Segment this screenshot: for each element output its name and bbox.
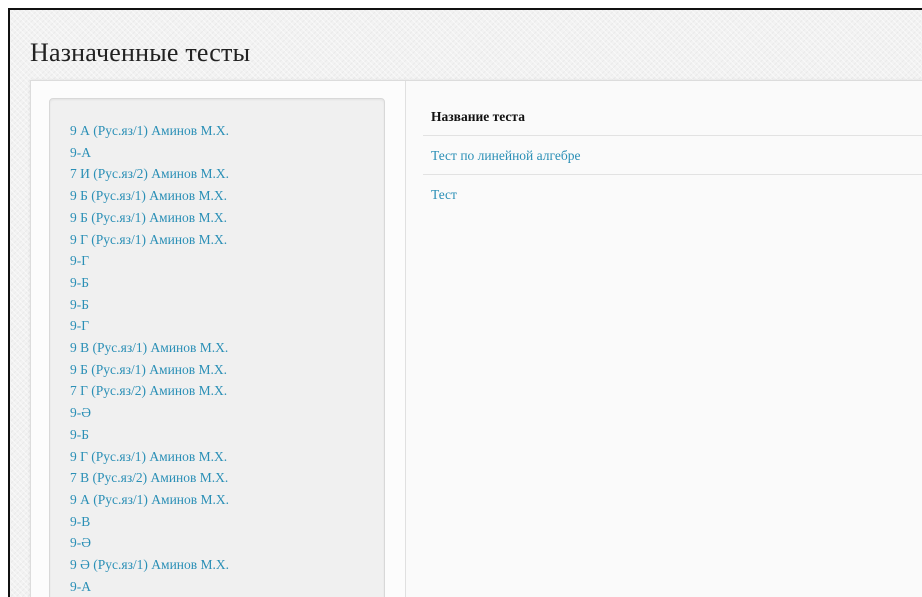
class-link[interactable]: 9 Ә (Рус.яз/1) Аминов М.Х. [70, 554, 384, 576]
test-link[interactable]: Тест [431, 187, 457, 202]
class-link[interactable]: 9 Г (Рус.яз/1) Аминов М.Х. [70, 229, 384, 251]
class-link[interactable]: 9 Б (Рус.яз/1) Аминов М.Х. [70, 185, 384, 207]
class-link[interactable]: 9 А (Рус.яз/1) Аминов М.Х. [70, 489, 384, 511]
class-link[interactable]: 7 И (Рус.яз/2) Аминов М.Х. [70, 163, 384, 185]
class-link[interactable]: 9-А [70, 576, 384, 597]
class-link[interactable]: 9-В [70, 511, 384, 533]
class-link[interactable]: 9-Б [70, 424, 384, 446]
column-header-test-name: Название теста [423, 107, 922, 136]
test-link[interactable]: Тест по линейной алгебре [431, 148, 580, 163]
class-link[interactable]: 9-Б [70, 272, 384, 294]
class-link[interactable]: 9-Ә [70, 402, 384, 424]
class-link[interactable]: 9-Г [70, 250, 384, 272]
class-link[interactable]: 9-Г [70, 315, 384, 337]
class-list-panel: 9 А (Рус.яз/1) Аминов М.Х. 9-А 7 И (Рус.… [49, 98, 385, 597]
tests-table: Название теста Тест по линейной алгебре … [423, 107, 922, 214]
table-row: Тест по линейной алгебре [423, 136, 922, 175]
page-title: Назначенные тесты [30, 38, 251, 67]
tests-panel: Название теста Тест по линейной алгебре … [406, 81, 922, 597]
class-link[interactable]: 9 В (Рус.яз/1) Аминов М.Х. [70, 337, 384, 359]
class-link[interactable]: 9-Б [70, 294, 384, 316]
class-link[interactable]: 9-Ә [70, 532, 384, 554]
class-link[interactable]: 9-А [70, 142, 384, 164]
sidebar: 9 А (Рус.яз/1) Аминов М.Х. 9-А 7 И (Рус.… [31, 81, 406, 597]
class-link[interactable]: 9 Г (Рус.яз/1) Аминов М.Х. [70, 446, 384, 468]
class-link[interactable]: 7 В (Рус.яз/2) Аминов М.Х. [70, 467, 384, 489]
class-link[interactable]: 9 Б (Рус.яз/1) Аминов М.Х. [70, 359, 384, 381]
class-list: 9 А (Рус.яз/1) Аминов М.Х. 9-А 7 И (Рус.… [50, 99, 384, 597]
class-link[interactable]: 9 А (Рус.яз/1) Аминов М.Х. [70, 120, 384, 142]
class-link[interactable]: 9 Б (Рус.яз/1) Аминов М.Х. [70, 207, 384, 229]
class-link[interactable]: 7 Г (Рус.яз/2) Аминов М.Х. [70, 380, 384, 402]
page-frame: Назначенные тесты 9 А (Рус.яз/1) Аминов … [8, 8, 922, 597]
content-area: 9 А (Рус.яз/1) Аминов М.Х. 9-А 7 И (Рус.… [30, 80, 922, 597]
table-row: Тест [423, 175, 922, 214]
